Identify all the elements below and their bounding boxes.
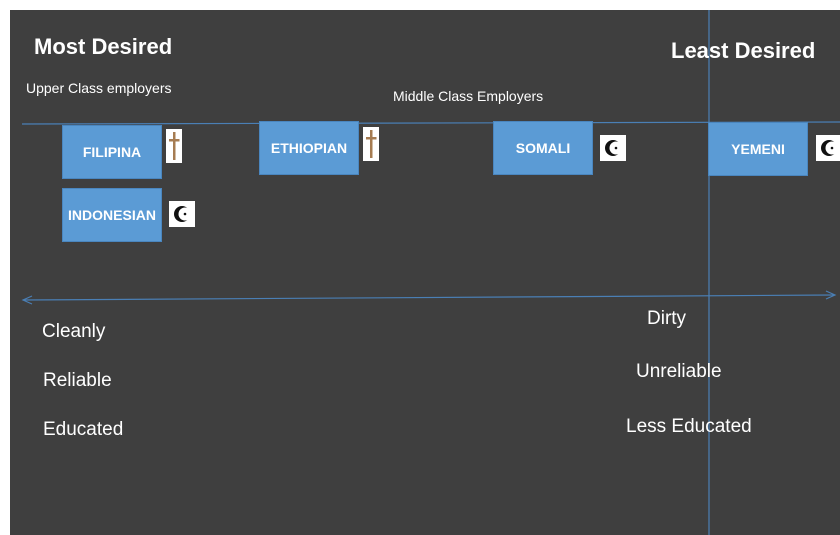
cross-icon — [166, 129, 182, 163]
nationality-box-indonesian: INDONESIAN — [62, 188, 162, 242]
nationality-label: INDONESIAN — [68, 207, 156, 223]
nationality-box-yemeni: YEMENI — [708, 122, 808, 176]
nationality-label: FILIPINA — [82, 144, 142, 160]
diagram-canvas: Most Desired Least Desired Upper Class e… — [10, 10, 840, 535]
most-desired-title: Most Desired — [34, 34, 173, 59]
least-desired-title: Least Desired — [671, 38, 816, 63]
crescent-icon — [169, 201, 195, 227]
trait-unreliable: Unreliable — [636, 361, 722, 382]
trait-cleanly: Cleanly — [42, 321, 106, 342]
nationality-label: SOMALI — [515, 140, 571, 156]
nationality-label: YEMENI — [731, 141, 785, 157]
trait-dirty: Dirty — [647, 308, 687, 329]
nationality-box-somali: SOMALI — [493, 121, 593, 175]
nationality-box-filipina: FILIPINA — [62, 125, 162, 179]
crescent-icon — [600, 135, 626, 161]
crescent-icon — [816, 135, 840, 161]
trait-less-educated: Less Educated — [626, 416, 752, 437]
upper-class-employers-label: Upper Class employers — [26, 80, 172, 96]
cross-icon — [363, 127, 379, 161]
nationality-box-ethiopian: ETHIOPIAN — [259, 121, 359, 175]
trait-educated: Educated — [43, 419, 124, 440]
middle-class-employers-label: Middle Class Employers — [393, 88, 544, 104]
nationality-label: ETHIOPIAN — [270, 140, 348, 156]
spectrum-arrow-line — [23, 294, 835, 301]
trait-reliable: Reliable — [43, 370, 112, 391]
